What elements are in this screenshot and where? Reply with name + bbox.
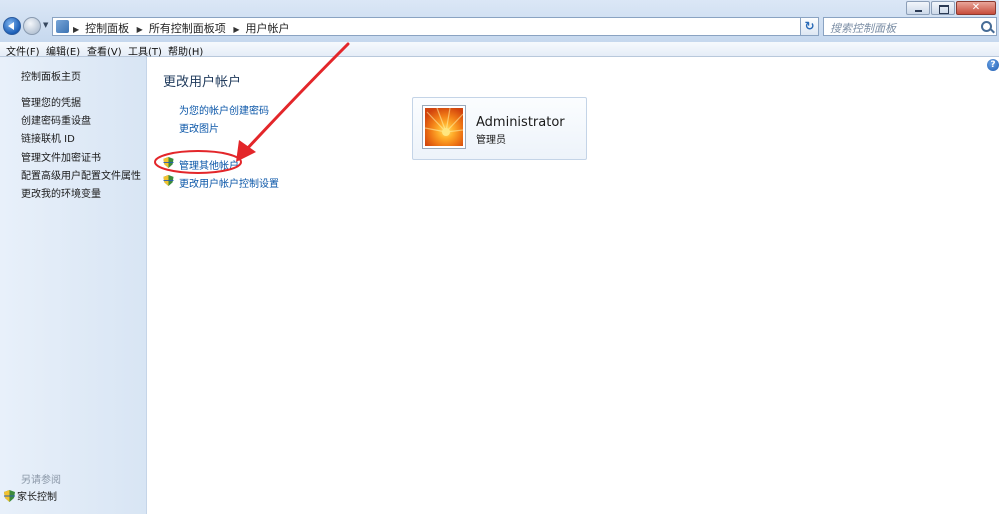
uac-shield-icon bbox=[163, 175, 174, 186]
sidebar-item-credentials[interactable]: 管理您的凭据 bbox=[21, 94, 81, 109]
sidebar-item-profile-properties[interactable]: 配置高级用户配置文件属性 bbox=[21, 167, 141, 182]
recent-pages-dropdown[interactable]: ▼ bbox=[43, 21, 48, 29]
forward-button[interactable] bbox=[23, 17, 41, 35]
chevron-right-icon[interactable]: ▶ bbox=[137, 25, 143, 34]
sidebar-item-home[interactable]: 控制面板主页 bbox=[21, 68, 81, 83]
menu-bar: 文件(F) 编辑(E) 查看(V) 工具(T) 帮助(H) bbox=[0, 42, 999, 58]
menu-view[interactable]: 查看(V) bbox=[87, 43, 122, 58]
uac-shield-icon bbox=[163, 157, 174, 168]
search-icon[interactable] bbox=[981, 21, 992, 32]
title-bar: ✕ ▼ ▶控制面板 ▶所有控制面板项 ▶用户帐户 ▼ ↻ 搜索控制面板 bbox=[0, 0, 999, 43]
back-button[interactable] bbox=[3, 17, 21, 35]
chevron-right-icon[interactable]: ▶ bbox=[73, 25, 79, 34]
page-title: 更改用户帐户 bbox=[163, 75, 242, 90]
maximize-button[interactable] bbox=[931, 1, 955, 15]
account-type: 管理员 bbox=[476, 135, 506, 146]
shield-icon bbox=[4, 490, 15, 502]
sidebar-item-online-id[interactable]: 链接联机 ID bbox=[21, 130, 75, 145]
close-icon: ✕ bbox=[971, 2, 981, 13]
see-also-heading: 另请参阅 bbox=[21, 475, 61, 486]
account-name: Administrator bbox=[476, 115, 565, 130]
uac-settings-link[interactable]: 更改用户帐户控制设置 bbox=[179, 175, 279, 190]
breadcrumb: ▶ 控制面板 ▶ 所有控制面板项 ▶ 用户帐户 bbox=[73, 20, 293, 36]
search-placeholder: 搜索控制面板 bbox=[830, 22, 896, 35]
breadcrumb-control-panel[interactable]: 控制面板 bbox=[85, 22, 129, 35]
minimize-button[interactable] bbox=[906, 1, 930, 15]
maximize-icon bbox=[939, 5, 949, 14]
flower-picture-icon bbox=[425, 108, 463, 136]
control-panel-icon bbox=[56, 20, 69, 33]
account-card[interactable]: Administrator 管理员 bbox=[412, 97, 587, 160]
close-button[interactable]: ✕ bbox=[956, 1, 996, 15]
sidebar-item-encryption-certs[interactable]: 管理文件加密证书 bbox=[21, 149, 101, 164]
menu-edit[interactable]: 编辑(E) bbox=[46, 43, 80, 58]
menu-help[interactable]: 帮助(H) bbox=[168, 43, 203, 58]
navigation-pane: 控制面板主页 管理您的凭据 创建密码重设盘 链接联机 ID 管理文件加密证书 配… bbox=[0, 57, 147, 514]
sidebar-item-parental-controls[interactable]: 家长控制 bbox=[4, 488, 57, 503]
address-bar[interactable]: ▶控制面板 ▶所有控制面板项 ▶用户帐户 ▼ bbox=[52, 17, 819, 36]
minimize-icon bbox=[915, 10, 922, 12]
manage-other-accounts-link[interactable]: 管理其他帐户 bbox=[179, 157, 239, 172]
breadcrumb-user-accounts[interactable]: 用户帐户 bbox=[245, 22, 289, 35]
help-icon[interactable]: ? bbox=[987, 59, 999, 71]
chevron-right-icon[interactable]: ▶ bbox=[233, 25, 239, 34]
menu-tools[interactable]: 工具(T) bbox=[128, 43, 162, 58]
refresh-button[interactable]: ↻ bbox=[800, 17, 819, 36]
search-input[interactable]: 搜索控制面板 bbox=[823, 17, 997, 36]
sidebar-item-label: 家长控制 bbox=[17, 492, 57, 503]
breadcrumb-all-items[interactable]: 所有控制面板项 bbox=[149, 22, 226, 35]
avatar bbox=[423, 106, 465, 148]
sidebar-item-reset-disk[interactable]: 创建密码重设盘 bbox=[21, 112, 91, 127]
create-password-link[interactable]: 为您的帐户创建密码 bbox=[179, 102, 269, 117]
refresh-icon: ↻ bbox=[804, 19, 815, 33]
main-content: ? 更改用户帐户 为您的帐户创建密码 更改图片 管理其他帐户 更改用户帐户控制设… bbox=[147, 57, 999, 514]
change-picture-link[interactable]: 更改图片 bbox=[179, 120, 219, 135]
sidebar-item-environment-vars[interactable]: 更改我的环境变量 bbox=[21, 185, 101, 200]
menu-file[interactable]: 文件(F) bbox=[6, 43, 40, 58]
window-controls: ✕ bbox=[905, 1, 996, 16]
